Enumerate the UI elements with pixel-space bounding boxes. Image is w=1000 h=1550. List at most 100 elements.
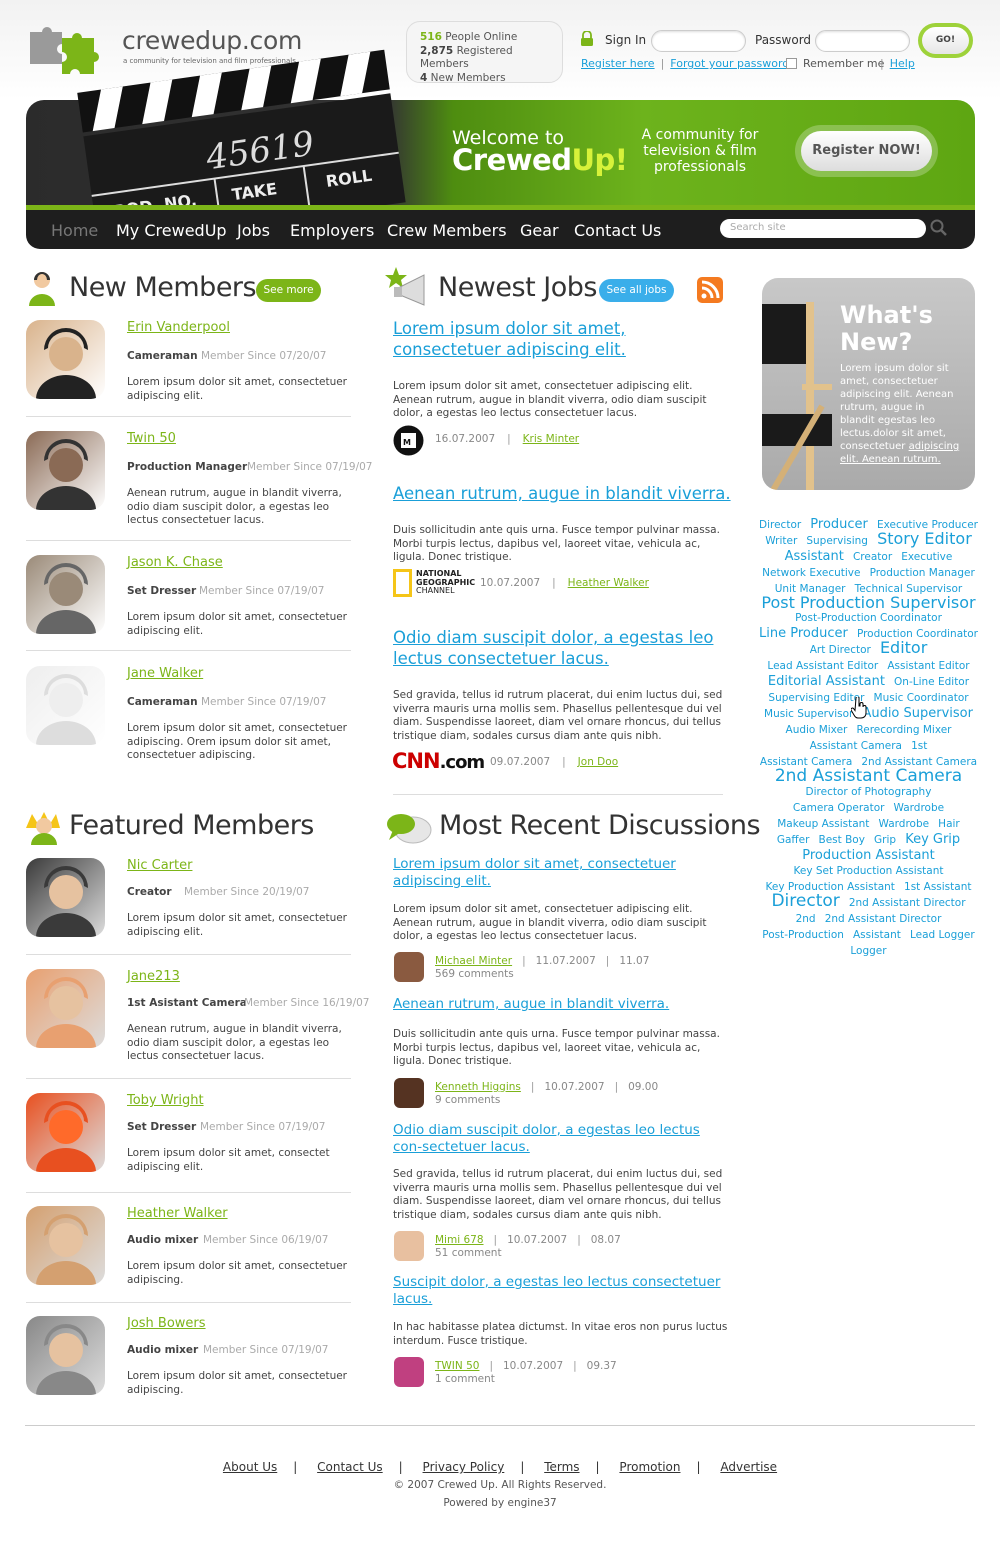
tag-cloud-item[interactable]: Audio Supervisor bbox=[862, 707, 973, 720]
site-logo-text[interactable]: crewedup.com bbox=[122, 26, 302, 55]
tag-cloud-item[interactable]: Director of Photography bbox=[806, 786, 932, 799]
tag-cloud-item[interactable]: Post-Production Coordinator bbox=[795, 612, 942, 625]
nav-my-crewedup[interactable]: My CrewedUp bbox=[116, 221, 227, 240]
tag-cloud-item[interactable]: Post Production Supervisor bbox=[761, 595, 975, 611]
tag-cloud-item[interactable]: Key Set Production Assistant bbox=[794, 865, 944, 878]
remember-me-checkbox[interactable] bbox=[786, 58, 797, 69]
tag-cloud-item[interactable]: Rerecording Mixer bbox=[856, 724, 951, 737]
nav-employers[interactable]: Employers bbox=[290, 221, 374, 240]
tag-cloud-item[interactable]: Music Supervisor bbox=[764, 708, 853, 721]
tag-cloud-item[interactable]: 2nd bbox=[796, 913, 816, 926]
discussion-title[interactable]: Aenean rutrum, augue in blandit viverra. bbox=[393, 996, 728, 1013]
see-all-jobs-button[interactable]: See all jobs bbox=[599, 279, 674, 302]
tag-cloud-item[interactable]: Creator bbox=[853, 551, 892, 564]
see-more-button[interactable]: See more bbox=[256, 279, 321, 302]
tag-cloud-item[interactable]: Lead Logger bbox=[910, 929, 975, 942]
discussion-author-avatar[interactable] bbox=[394, 1231, 424, 1261]
tag-cloud-item[interactable]: Story Editor bbox=[877, 531, 972, 547]
tag-cloud-item[interactable]: Writer bbox=[765, 535, 797, 548]
nav-home[interactable]: Home bbox=[51, 221, 98, 240]
featured-avatar[interactable] bbox=[26, 969, 105, 1048]
footer-promotion-link[interactable]: Promotion bbox=[619, 1460, 680, 1474]
tag-cloud-item[interactable]: Wardrobe bbox=[894, 802, 945, 815]
tag-cloud-item[interactable]: Post-Production bbox=[762, 929, 844, 942]
nav-crew-members[interactable]: Crew Members bbox=[387, 221, 507, 240]
tag-cloud-item[interactable]: Best Boy bbox=[819, 834, 865, 847]
tag-cloud-item[interactable]: 2nd Assistant Camera bbox=[775, 768, 962, 785]
featured-avatar[interactable] bbox=[26, 1316, 105, 1395]
featured-name[interactable]: Heather Walker bbox=[127, 1206, 228, 1221]
discussion-author[interactable]: Kenneth Higgins bbox=[435, 1081, 521, 1093]
featured-name[interactable]: Toby Wright bbox=[127, 1093, 204, 1108]
tag-cloud-item[interactable]: Hair bbox=[938, 818, 960, 831]
footer-advertise-link[interactable]: Advertise bbox=[720, 1460, 777, 1474]
member-avatar[interactable] bbox=[26, 431, 105, 510]
password-input[interactable] bbox=[815, 30, 910, 52]
featured-name[interactable]: Josh Bowers bbox=[127, 1316, 206, 1331]
tag-cloud-item[interactable]: 1st Assistant bbox=[904, 881, 971, 894]
nav-gear[interactable]: Gear bbox=[520, 221, 559, 240]
job-title-1[interactable]: Lorem ipsum dolor sit amet, consectetuer… bbox=[393, 318, 733, 360]
forgot-password-link[interactable]: Forgot your password? bbox=[670, 57, 795, 70]
tag-cloud-item[interactable]: Camera Operator bbox=[793, 802, 885, 815]
tag-cloud-item[interactable]: Network Executive bbox=[762, 567, 860, 580]
tag-cloud-item[interactable]: Director bbox=[771, 893, 839, 910]
tag-cloud-item[interactable]: On-Line Editor bbox=[894, 676, 969, 689]
tag-cloud-item[interactable]: Producer bbox=[810, 518, 868, 531]
tag-cloud-item[interactable]: Audio Mixer bbox=[786, 724, 848, 737]
tag-cloud-item[interactable]: Grip bbox=[874, 834, 896, 847]
nav-contact-us[interactable]: Contact Us bbox=[574, 221, 661, 240]
member-avatar[interactable] bbox=[26, 555, 105, 634]
tag-cloud-item[interactable]: Assistant bbox=[785, 550, 844, 563]
member-name[interactable]: Jane Walker bbox=[127, 666, 203, 681]
discussion-author-avatar[interactable] bbox=[394, 1078, 424, 1108]
discussion-author[interactable]: Mimi 678 bbox=[435, 1234, 484, 1246]
tag-cloud-item[interactable]: Production Manager bbox=[870, 567, 975, 580]
search-icon[interactable] bbox=[930, 219, 948, 237]
tag-cloud-item[interactable]: Makeup Assistant bbox=[777, 818, 869, 831]
tag-cloud-item[interactable]: Key Grip bbox=[905, 833, 960, 846]
tag-cloud-item[interactable]: Art Director bbox=[810, 644, 871, 657]
puzzle-logo-icon[interactable] bbox=[26, 22, 110, 80]
tag-cloud-item[interactable]: Assistant bbox=[853, 929, 901, 942]
discussion-author-avatar[interactable] bbox=[394, 952, 424, 982]
member-name[interactable]: Erin Vanderpool bbox=[127, 320, 230, 335]
discussion-author[interactable]: TWIN 50 bbox=[435, 1360, 479, 1372]
tag-cloud-item[interactable]: 2nd Assistant Director bbox=[825, 913, 942, 926]
go-button[interactable]: GO! bbox=[918, 23, 973, 58]
footer-terms-link[interactable]: Terms bbox=[544, 1460, 579, 1474]
tag-cloud-item[interactable]: Assistant Editor bbox=[887, 660, 969, 673]
rss-icon[interactable] bbox=[697, 277, 723, 303]
tag-cloud-item[interactable]: Supervising bbox=[806, 535, 868, 548]
tag-cloud-item[interactable]: Wardrobe bbox=[879, 818, 930, 831]
register-link[interactable]: Register here bbox=[581, 57, 655, 70]
username-input[interactable] bbox=[651, 30, 746, 52]
tag-cloud-item[interactable]: Editor bbox=[880, 640, 927, 656]
job-author-3[interactable]: Jon Doo bbox=[578, 756, 618, 768]
job-title-2[interactable]: Aenean rutrum, augue in blandit viverra. bbox=[393, 483, 733, 504]
tag-cloud-item[interactable]: Executive bbox=[901, 551, 952, 564]
tag-cloud-item[interactable]: Editorial Assistant bbox=[768, 675, 885, 688]
tag-cloud-item[interactable]: Assistant Camera bbox=[810, 740, 902, 753]
tag-cloud-item[interactable]: Music Coordinator bbox=[874, 692, 969, 705]
member-name[interactable]: Jason K. Chase bbox=[127, 555, 223, 570]
discussion-title[interactable]: Lorem ipsum dolor sit amet, consectetuer… bbox=[393, 856, 728, 890]
tag-cloud-item[interactable]: Line Producer bbox=[759, 627, 848, 640]
tag-cloud-item[interactable]: 2nd Assistant Director bbox=[849, 897, 966, 910]
discussion-title[interactable]: Odio diam suscipit dolor, a egestas leo … bbox=[393, 1122, 728, 1156]
job-author-2[interactable]: Heather Walker bbox=[568, 577, 649, 589]
job-author-1[interactable]: Kris Minter bbox=[523, 433, 579, 445]
discussion-title[interactable]: Suscipit dolor, a egestas leo lectus con… bbox=[393, 1274, 728, 1308]
tag-cloud-item[interactable]: 1st bbox=[911, 740, 927, 753]
footer-privacy-link[interactable]: Privacy Policy bbox=[423, 1460, 505, 1474]
tag-cloud-item[interactable]: Logger bbox=[850, 945, 886, 958]
featured-avatar[interactable] bbox=[26, 1206, 105, 1285]
featured-avatar[interactable] bbox=[26, 1093, 105, 1172]
discussion-author-avatar[interactable] bbox=[394, 1357, 424, 1387]
footer-contact-link[interactable]: Contact Us bbox=[317, 1460, 383, 1474]
tag-cloud-item[interactable]: Director bbox=[759, 519, 801, 532]
member-name[interactable]: Twin 50 bbox=[127, 431, 176, 446]
featured-avatar[interactable] bbox=[26, 858, 105, 937]
nav-jobs[interactable]: Jobs bbox=[237, 221, 270, 240]
register-now-button[interactable]: Register NOW! bbox=[795, 125, 938, 177]
